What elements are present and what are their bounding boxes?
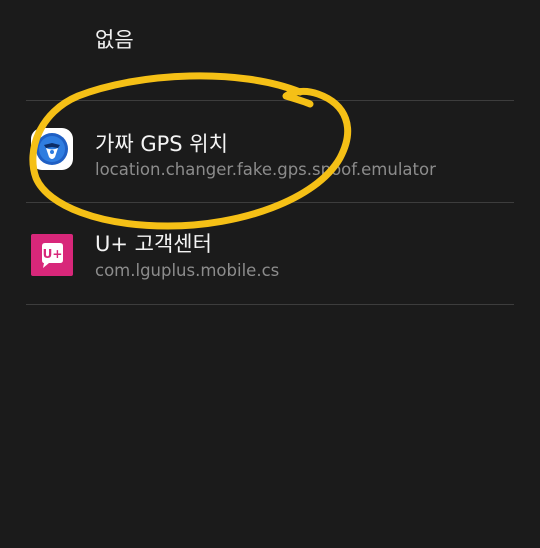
lguplus-app-icon: U+ [31, 234, 73, 276]
app-package-name: location.changer.fake.gps.spoof.emulator [95, 160, 436, 179]
app-name: 가짜 GPS 위치 [95, 132, 228, 156]
fake-gps-app-icon [31, 128, 73, 170]
none-option-label: 없음 [95, 28, 134, 52]
app-package-name: com.lguplus.mobile.cs [95, 261, 280, 280]
divider [26, 304, 514, 305]
app-name: U+ 고객센터 [95, 232, 212, 256]
list-item-fake-gps[interactable]: 가짜 GPS 위치 location.changer.fake.gps.spoo… [0, 101, 540, 203]
list-item-lguplus[interactable]: U+ U+ 고객센터 com.lguplus.mobile.cs [0, 203, 540, 305]
lguplus-icon-text: U+ [43, 247, 63, 261]
list-item-none[interactable]: 없음 [0, 0, 540, 100]
